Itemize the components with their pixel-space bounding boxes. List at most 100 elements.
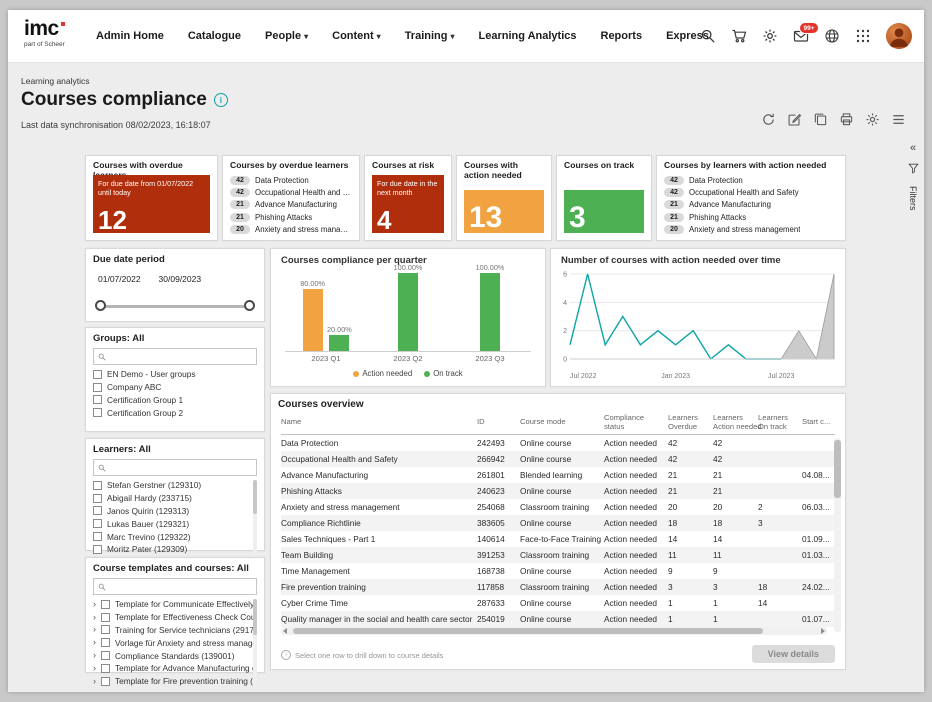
column-header[interactable]: Name (281, 418, 477, 427)
table-row[interactable]: Sales Techniques - Part 1140614Face-to-F… (281, 531, 835, 547)
date-range-slider[interactable] (100, 300, 250, 312)
bar-action-needed[interactable] (303, 289, 323, 351)
slicer-item[interactable]: ›Training for Service technicians (29172… (93, 624, 257, 637)
table-row[interactable]: Quality manager in the social and health… (281, 611, 835, 627)
kpi-list-item[interactable]: 21Advance Manufacturing (664, 199, 838, 211)
table-vertical-scrollbar[interactable] (834, 438, 841, 632)
kpi-box-on-track[interactable]: 3 (564, 190, 644, 233)
slicer-item[interactable]: Marc Trevino (129322) (93, 530, 257, 543)
column-header[interactable]: LearnersOverdue (668, 414, 713, 431)
nav-item-people[interactable]: People▾ (265, 30, 308, 42)
bar-on-track[interactable] (398, 273, 418, 351)
kpi-list-item[interactable]: 42Occupational Health and Safety (664, 186, 838, 198)
kpi-list-item[interactable]: 42Data Protection (664, 174, 838, 186)
slicer-item[interactable]: Stefan Gerstner (129310) (93, 479, 257, 492)
more-menu-icon[interactable] (891, 112, 906, 127)
checkbox[interactable] (101, 638, 110, 647)
slider-handle-start[interactable] (95, 300, 106, 311)
learners-search-input[interactable] (93, 459, 257, 476)
slicer-item[interactable]: ›Vorlage für Anxiety and stress manageme… (93, 636, 257, 649)
checkbox[interactable] (101, 613, 110, 622)
scroll-left-icon[interactable] (283, 628, 287, 634)
view-details-button[interactable]: View details (752, 645, 835, 663)
nav-item-reports[interactable]: Reports (601, 30, 643, 42)
slicer-item[interactable]: Moritz Pater (129309) (93, 543, 257, 556)
print-icon[interactable] (839, 112, 854, 127)
due-date-end[interactable]: 30/09/2023 (159, 274, 202, 284)
settings-icon[interactable] (865, 112, 880, 127)
kpi-list-item[interactable]: 21Advance Manufacturing (230, 199, 352, 211)
expand-caret-icon[interactable]: › (93, 677, 96, 686)
slicer-item[interactable]: Abigail Hardy (233715) (93, 492, 257, 505)
checkbox[interactable] (93, 519, 102, 528)
edit-icon[interactable] (787, 112, 802, 127)
breadcrumb[interactable]: Learning analytics (21, 76, 90, 86)
kpi-box-overdue[interactable]: For due date from 01/07/2022 until today… (93, 175, 210, 233)
kpi-list-item[interactable]: 21Phishing Attacks (230, 211, 352, 223)
nav-item-content[interactable]: Content▾ (332, 30, 381, 42)
slicer-item[interactable]: Certification Group 2 (93, 406, 257, 419)
table-row[interactable]: Team Building391253Classroom trainingAct… (281, 547, 835, 563)
copy-icon[interactable] (813, 112, 828, 127)
kpi-box-at-risk[interactable]: For due date in the next month 4 (372, 175, 444, 233)
checkbox[interactable] (101, 625, 110, 634)
slicer-item[interactable]: ›Template for Effectiveness Check Course… (93, 611, 257, 624)
expand-caret-icon[interactable]: › (93, 625, 96, 634)
kpi-list-item[interactable]: 20Anxiety and stress management (664, 223, 838, 235)
table-row[interactable]: Data Protection242493Online courseAction… (281, 435, 835, 451)
slicer-item[interactable]: ›Template for Advance Manufacturing cour… (93, 662, 257, 675)
table-row[interactable]: Time Management168738Online courseAction… (281, 563, 835, 579)
bar-on-track[interactable] (329, 335, 349, 351)
courses-search-input[interactable] (93, 578, 257, 595)
avatar[interactable] (886, 23, 912, 49)
checkbox[interactable] (93, 494, 102, 503)
legend-item[interactable]: Action needed (353, 369, 412, 378)
nav-item-admin-home[interactable]: Admin Home (96, 30, 164, 42)
slicer-item[interactable]: EN Demo - User groups (93, 368, 257, 381)
scrollbar[interactable] (253, 599, 257, 687)
expand-caret-icon[interactable]: › (93, 600, 96, 609)
collapse-chevrons-icon[interactable]: « (910, 142, 916, 154)
column-header[interactable]: ID (477, 418, 520, 427)
info-icon[interactable]: i (214, 93, 228, 107)
kpi-box-action-needed[interactable]: 13 (464, 190, 544, 233)
gear-icon[interactable] (762, 28, 778, 44)
slider-handle-end[interactable] (244, 300, 255, 311)
checkbox[interactable] (101, 600, 110, 609)
legend-item[interactable]: On track (424, 369, 462, 378)
checkbox[interactable] (93, 481, 102, 490)
imc-logo[interactable]: imc part of Scheer (24, 19, 65, 48)
table-horizontal-scrollbar[interactable] (281, 627, 827, 635)
nav-item-catalogue[interactable]: Catalogue (188, 30, 241, 42)
scrollbar[interactable] (253, 480, 257, 566)
reset-icon[interactable] (761, 112, 776, 127)
column-header[interactable]: Compliancestatus (604, 414, 668, 431)
table-row[interactable]: Phishing Attacks240623Online courseActio… (281, 483, 835, 499)
checkbox[interactable] (101, 664, 110, 673)
checkbox[interactable] (93, 370, 102, 379)
bar-on-track[interactable] (480, 273, 500, 351)
checkbox[interactable] (101, 651, 110, 660)
mail-icon[interactable]: 99+ (793, 28, 809, 44)
expand-caret-icon[interactable]: › (93, 651, 96, 660)
expand-caret-icon[interactable]: › (93, 613, 96, 622)
due-date-start[interactable]: 01/07/2022 (98, 274, 141, 284)
table-row[interactable]: Advance Manufacturing261801Blended learn… (281, 467, 835, 483)
checkbox[interactable] (93, 408, 102, 417)
groups-search-input[interactable] (93, 348, 257, 365)
nav-item-learning-analytics[interactable]: Learning Analytics (478, 30, 576, 42)
column-header[interactable]: Course mode (520, 418, 604, 427)
slicer-item[interactable]: Certification Group 1 (93, 394, 257, 407)
column-header[interactable]: LearnersOn track (758, 414, 802, 431)
slicer-item[interactable]: Company ABC (93, 381, 257, 394)
nav-item-training[interactable]: Training▾ (405, 30, 455, 42)
slicer-item[interactable]: ›Compliance Standards (139001) (93, 649, 257, 662)
slicer-item[interactable]: ›Template for Fire prevention training (… (93, 675, 257, 688)
scroll-right-icon[interactable] (821, 628, 825, 634)
slicer-item[interactable]: ›Template for Communicate Effectively - … (93, 598, 257, 611)
kpi-list-item[interactable]: 42Data Protection (230, 174, 352, 186)
checkbox[interactable] (93, 545, 102, 554)
checkbox[interactable] (93, 395, 102, 404)
slicer-item[interactable]: Janos Quirin (129313) (93, 505, 257, 518)
column-header[interactable]: LearnersAction needed (713, 414, 758, 431)
